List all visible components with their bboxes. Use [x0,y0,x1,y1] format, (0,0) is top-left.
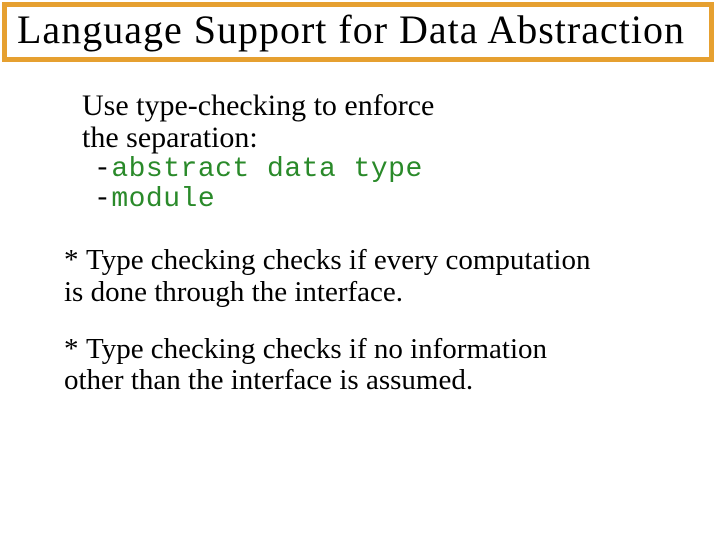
title-box: Language Support for Data Abstraction [2,2,714,62]
bullet-2-line-1: *Type checking checks if no information [64,334,692,365]
bullet-2-text-1: Type checking checks if no information [86,333,547,365]
bullet-1-text-1: Type checking checks if every computatio… [86,244,590,276]
bullet-1-line-2: is done through the interface. [64,277,692,308]
code-line-2: -module [94,185,650,215]
code-term-2: module [111,184,215,215]
asterisk-icon: * [64,334,86,365]
bullet-2: *Type checking checks if no information … [64,334,692,397]
code-line-1: -abstract data type [94,155,650,185]
bullet-1: *Type checking checks if every computati… [64,245,692,308]
bullet-2-line-2: other than the interface is assumed. [64,365,692,396]
intro-line-1: Use type-checking to enforce [82,90,650,122]
asterisk-icon: * [64,245,86,276]
bullet-1-line-1: *Type checking checks if every computati… [64,245,692,276]
slide-title: Language Support for Data Abstraction [17,9,699,51]
intro-line-2: the separation: [82,122,650,154]
code-term-1: abstract data type [111,154,422,185]
intro-block: Use type-checking to enforce the separat… [82,90,650,215]
slide: Language Support for Data Abstraction Us… [0,2,720,540]
